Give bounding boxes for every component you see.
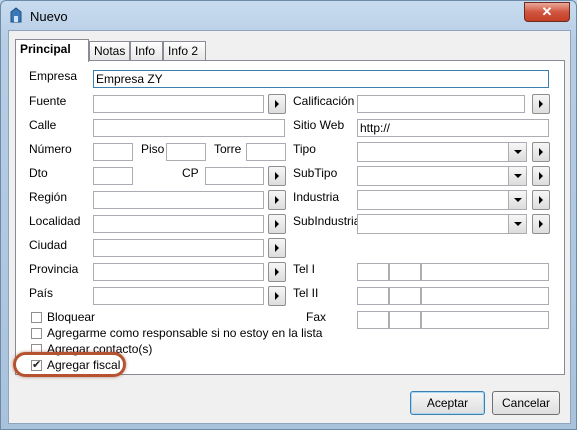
window-title: Nuevo [30,9,68,24]
pais-label: País [29,286,54,300]
calificacion-arrow-button[interactable] [532,94,550,114]
subindustria-label: SubIndustria [293,214,361,228]
calificacion-label: Calificación [293,94,355,108]
industria-label: Industria [293,190,340,204]
pais-arrow-button[interactable] [268,286,286,306]
numero-input[interactable] [93,143,133,161]
bloquear-label[interactable]: Bloquear [47,310,95,324]
tel2-label: Tel II [293,286,319,300]
cp-arrow-button[interactable] [268,166,286,186]
localidad-label: Localidad [29,214,81,228]
cp-label: CP [182,166,199,180]
industria-arrow-button[interactable] [532,190,550,210]
fuente-label: Fuente [29,94,67,108]
tipo-select[interactable] [357,142,527,162]
chevron-down-icon[interactable] [508,167,526,185]
close-button[interactable]: ✕ [524,2,570,22]
pais-input[interactable] [93,287,264,305]
provincia-input[interactable] [93,263,264,281]
app-icon [10,7,22,23]
region-input[interactable] [93,191,264,209]
localidad-input[interactable] [93,215,264,233]
fuente-arrow-button[interactable] [268,94,286,114]
calle-label: Calle [29,118,57,132]
tel1-area-input[interactable] [389,263,421,281]
tab-info-2[interactable]: Info 2 [163,41,206,61]
torre-label: Torre [214,142,242,156]
dto-label: Dto [29,166,48,180]
cancel-button[interactable]: Cancelar [492,391,560,415]
ciudad-input[interactable] [93,239,264,257]
localidad-arrow-button[interactable] [268,214,286,234]
tipo-label: Tipo [293,142,316,156]
fuente-input[interactable] [93,95,264,113]
chevron-down-icon[interactable] [508,215,526,233]
sitio-web-label: Sitio Web [293,118,345,132]
calle-input[interactable] [93,119,285,137]
tipo-arrow-button[interactable] [532,142,550,162]
provincia-label: Provincia [29,262,79,276]
industria-select[interactable] [357,190,527,210]
dto-input[interactable] [93,167,133,185]
torre-input[interactable] [246,143,286,161]
sitio-web-input[interactable]: http:// [357,119,549,137]
tel1-country-input[interactable] [357,263,389,281]
fax-area-input[interactable] [389,311,421,329]
subindustria-arrow-button[interactable] [532,214,550,234]
tab-info[interactable]: Info [130,41,163,61]
calificacion-input[interactable] [357,95,525,113]
fax-number-input[interactable] [421,311,549,329]
provincia-arrow-button[interactable] [268,262,286,282]
tel1-number-input[interactable] [421,263,549,281]
empresa-label: Empresa [29,69,78,83]
tel1-label: Tel I [293,262,316,276]
empresa-input[interactable]: Empresa ZY [93,70,549,88]
chevron-down-icon[interactable] [508,191,526,209]
numero-label: Número [29,142,72,156]
title-bar[interactable]: Nuevo ✕ [1,1,576,31]
cp-input[interactable] [205,167,264,185]
subindustria-select[interactable] [357,214,527,234]
ciudad-label: Ciudad [29,238,68,252]
tel2-area-input[interactable] [389,287,421,305]
tel2-number-input[interactable] [421,287,549,305]
accept-button[interactable]: Aceptar [410,391,485,415]
dialog-window: Nuevo ✕ Principal Notas Info Info 2 Empr… [0,0,577,430]
tab-panel-principal: Empresa Empresa ZY Fuente Calle Número P… [15,60,565,375]
piso-input[interactable] [166,143,206,161]
agregarme-responsable-checkbox[interactable] [31,328,42,339]
fax-country-input[interactable] [357,311,389,329]
tab-principal[interactable]: Principal [15,39,89,62]
tel2-country-input[interactable] [357,287,389,305]
region-arrow-button[interactable] [268,190,286,210]
subtipo-arrow-button[interactable] [532,166,550,186]
bloquear-checkbox[interactable] [31,312,42,323]
agregarme-responsable-label[interactable]: Agregarme como responsable si no estoy e… [47,326,322,340]
subtipo-select[interactable] [357,166,527,186]
ciudad-arrow-button[interactable] [268,238,286,258]
piso-label: Piso [141,142,165,156]
region-label: Región [29,190,68,204]
fax-label: Fax [306,310,327,324]
chevron-down-icon[interactable] [508,143,526,161]
highlight-annotation [13,352,126,377]
subtipo-label: SubTipo [293,166,338,180]
tab-notas[interactable]: Notas [89,41,130,61]
